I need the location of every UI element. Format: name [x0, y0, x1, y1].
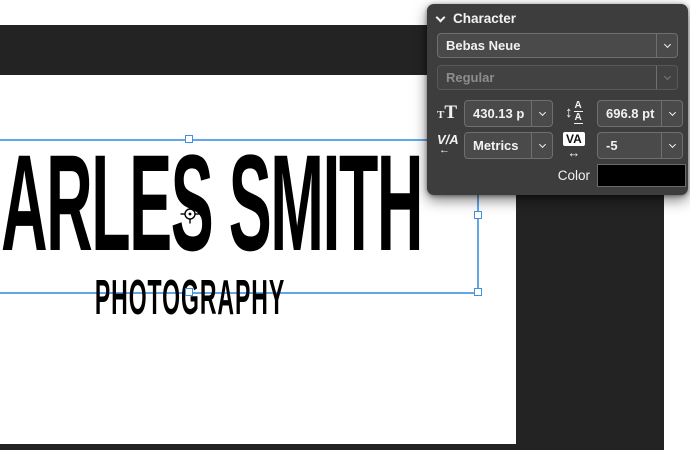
chevron-down-icon	[663, 73, 670, 80]
font-family-dropdown[interactable]: Bebas Neue	[437, 33, 678, 58]
font-size-value: 430.13 p	[465, 101, 531, 126]
collapse-chevron-icon[interactable]	[436, 12, 446, 22]
kerning-value: Metrics	[465, 133, 531, 158]
font-size-dropdown[interactable]: 430.13 p	[464, 100, 553, 127]
font-size-icon-small-t: T	[437, 110, 444, 121]
color-swatch[interactable]	[597, 164, 686, 187]
font-size-icon: TT	[437, 104, 457, 121]
font-style-dropdown: Regular	[437, 65, 678, 90]
font-size-dropdown-button[interactable]	[531, 101, 552, 126]
font-family-value: Bebas Neue	[438, 34, 656, 57]
character-panel-header[interactable]: Character	[437, 11, 516, 26]
chevron-down-icon	[668, 141, 675, 148]
character-panel: Character Bebas Neue Regular TT 430.13 p…	[427, 4, 688, 195]
selection-handle-middle-right[interactable]	[474, 211, 482, 219]
subline-text[interactable]: PHOTOGRAPHY	[85, 274, 296, 323]
chevron-down-icon	[538, 141, 545, 148]
tracking-dropdown-button[interactable]	[661, 133, 682, 158]
font-style-dropdown-button	[656, 66, 677, 89]
tracking-dropdown[interactable]: -5	[597, 132, 683, 159]
chevron-down-icon	[668, 109, 675, 116]
kerning-dropdown[interactable]: Metrics	[464, 132, 553, 159]
kerning-dropdown-button[interactable]	[531, 133, 552, 158]
headline-text[interactable]: HARLES SMITH	[0, 135, 422, 272]
color-label: Color	[527, 168, 590, 183]
font-size-icon-large-t: T	[444, 104, 457, 121]
leading-icon-letter-bottom: A	[574, 112, 583, 124]
leading-value: 696.8 pt	[598, 101, 661, 126]
reference-point-crosshair-icon	[179, 203, 201, 225]
selection-handle-bottom-center[interactable]	[185, 288, 193, 296]
tracking-icon-arrow: ↔	[567, 146, 580, 159]
leading-icon-arrow: ↕	[565, 104, 573, 121]
kerning-icon: V/A ←	[437, 133, 459, 156]
leading-icon: ↕ A A	[565, 100, 583, 124]
leading-icon-letter-top: A	[574, 100, 583, 112]
chevron-down-icon	[538, 109, 545, 116]
leading-dropdown[interactable]: 696.8 pt	[597, 100, 683, 127]
selection-handle-bottom-right[interactable]	[474, 288, 482, 296]
kerning-icon-arrow: ←	[439, 145, 450, 156]
selection-handle-top-center[interactable]	[185, 135, 193, 143]
tracking-value: -5	[598, 133, 661, 158]
leading-dropdown-button[interactable]	[661, 101, 682, 126]
panel-title: Character	[453, 11, 516, 26]
tracking-icon-letters: VA	[563, 132, 585, 146]
font-style-value: Regular	[438, 66, 656, 89]
tracking-icon: VA ↔	[563, 132, 585, 159]
chevron-down-icon	[663, 41, 670, 48]
font-family-dropdown-button[interactable]	[656, 34, 677, 57]
